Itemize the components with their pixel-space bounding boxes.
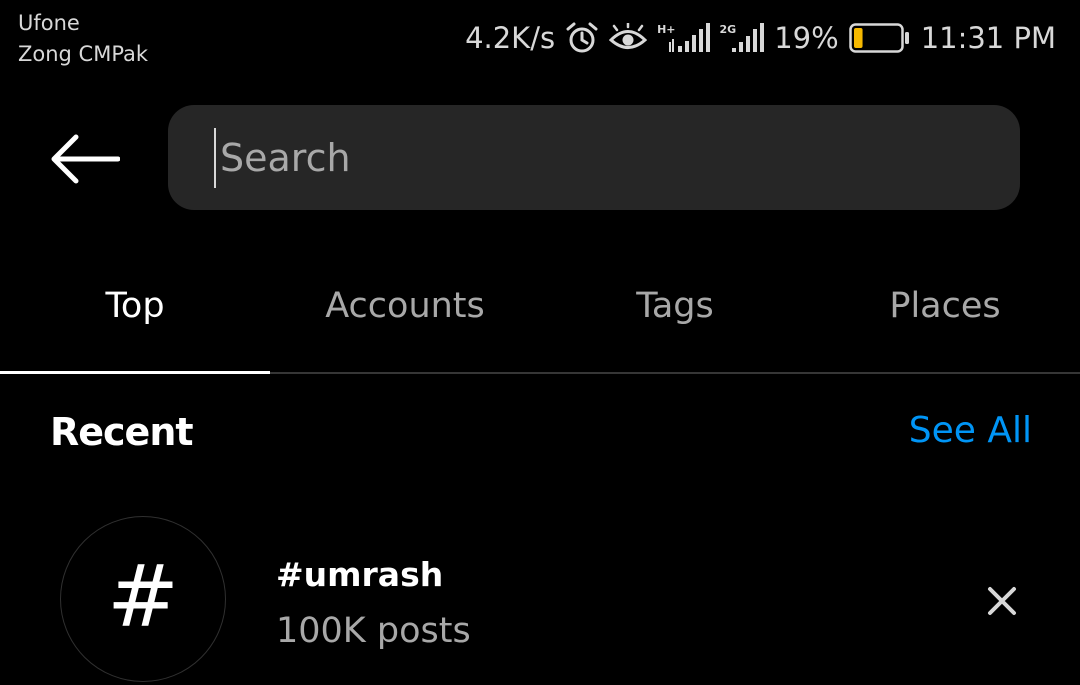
back-button[interactable] — [44, 126, 124, 192]
recent-search-item[interactable]: # #umrash 100K posts — [0, 515, 1080, 685]
tab-places[interactable]: Places — [810, 270, 1080, 372]
hashtag-icon: # — [60, 516, 226, 682]
search-input[interactable] — [214, 127, 980, 188]
hashtag-glyph: # — [106, 547, 180, 647]
back-arrow-icon — [51, 134, 120, 184]
tab-tags[interactable]: Tags — [540, 270, 810, 372]
tab-label: Tags — [636, 286, 714, 326]
search-bar[interactable] — [168, 105, 1020, 210]
tab-accounts[interactable]: Accounts — [270, 270, 540, 372]
see-all-link[interactable]: See All — [909, 410, 1032, 451]
status-bar-right: 4.2K/s H+ 2G 19% 11:31 PM — [465, 16, 1056, 60]
tab-top[interactable]: Top — [0, 270, 270, 374]
carrier-names: Ufone Zong CMPak — [18, 8, 148, 70]
post-count: 100K posts — [276, 611, 471, 651]
close-icon — [988, 587, 1016, 615]
recent-heading: Recent — [50, 410, 194, 454]
alarm-icon — [565, 21, 599, 55]
battery-icon — [848, 23, 911, 53]
signal-icon — [668, 23, 710, 52]
clock: 11:31 PM — [920, 21, 1056, 55]
tab-label: Accounts — [325, 286, 485, 326]
carrier-1: Ufone — [18, 11, 80, 35]
signal-icon — [732, 23, 765, 52]
remove-recent-button[interactable] — [978, 577, 1026, 625]
network-speed: 4.2K/s — [465, 21, 556, 55]
carrier-2: Zong CMPak — [18, 42, 149, 66]
tab-label: Places — [889, 286, 1001, 326]
sim1-signal: H+ — [657, 22, 710, 54]
battery-percent: 19% — [774, 21, 839, 55]
hashtag-name: #umrash — [276, 555, 444, 594]
sim2-signal: 2G — [720, 22, 765, 54]
tab-label: Top — [105, 286, 165, 326]
search-tabs: Top Accounts Tags Places — [0, 270, 1080, 374]
eye-comfort-icon — [609, 23, 648, 53]
